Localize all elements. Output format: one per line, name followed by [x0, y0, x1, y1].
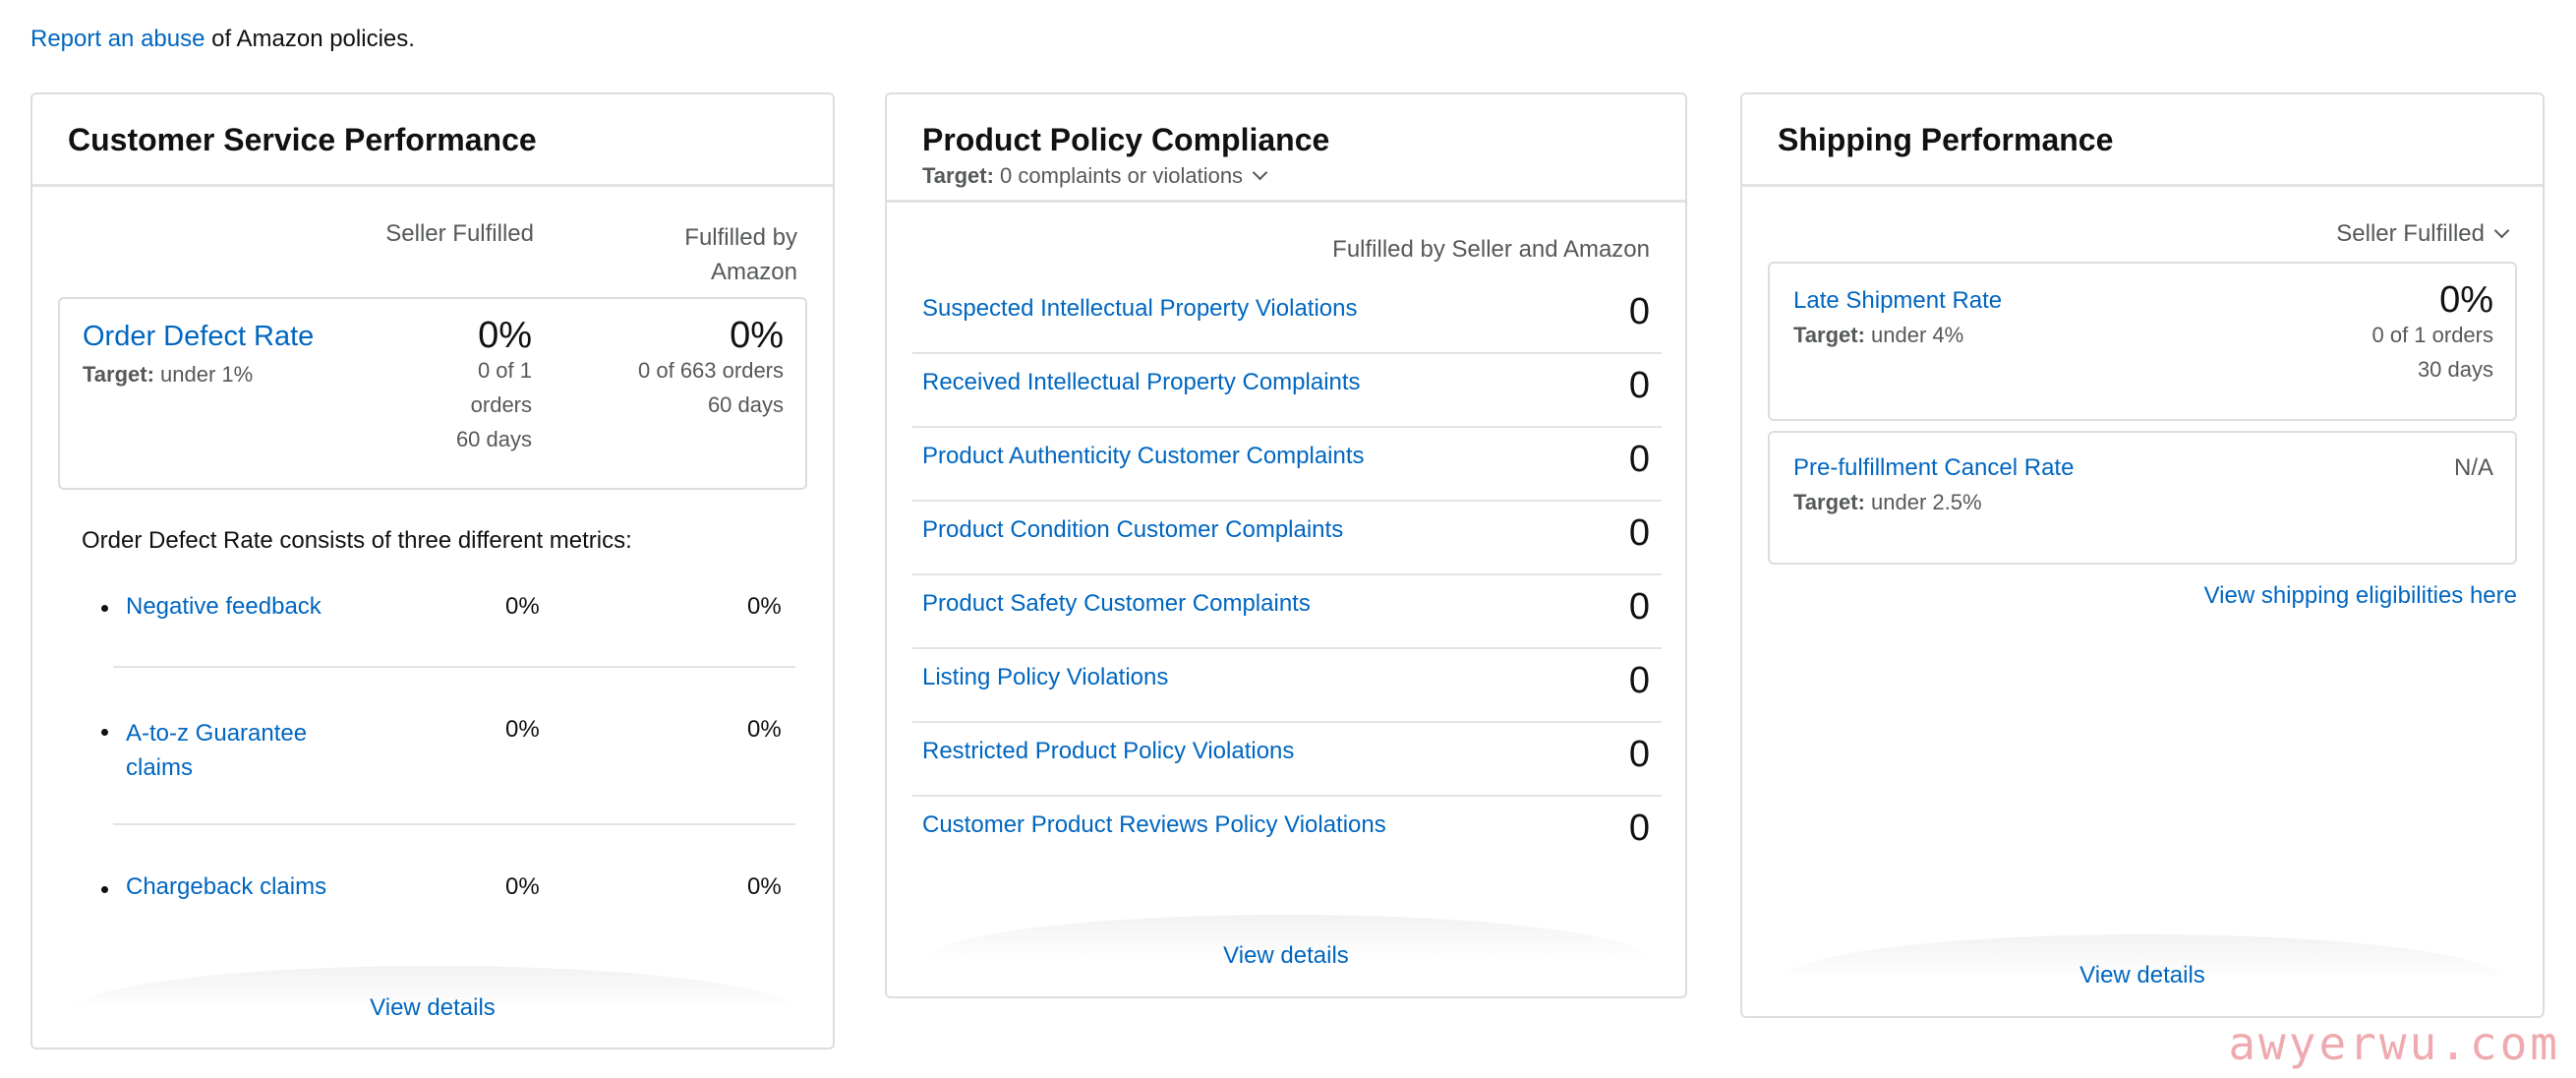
watermark: awyerwu.com	[2228, 1017, 2560, 1070]
chargeback-claims-fba: 0%	[747, 873, 782, 900]
cancel-rate-target-label: Target:	[1793, 490, 1865, 514]
product-policy-card: Product Policy Compliance Target: 0 comp…	[885, 92, 1687, 998]
product-policy-target-value: 0 complaints or violations	[993, 163, 1244, 188]
policy-row-divider	[912, 426, 1662, 428]
col-header-fba-line1: Fulfilled by	[684, 224, 797, 251]
chevron-down-icon	[2493, 222, 2510, 239]
odr-seller-days: 60 days	[455, 427, 532, 451]
odr-seller-pct: 0%	[478, 315, 532, 356]
late-shipment-target-label: Target:	[1793, 323, 1865, 347]
bullet-dot	[101, 605, 108, 612]
negative-feedback-link[interactable]: Negative feedback	[126, 593, 322, 621]
policy-row-divider	[912, 352, 1662, 354]
top-note: Report an abuse of Amazon policies.	[30, 26, 415, 53]
shipping-view-details-link[interactable]: View details	[1742, 962, 2543, 989]
report-abuse-link[interactable]: Report an abuse	[30, 26, 205, 52]
policy-row-divider	[912, 573, 1662, 575]
bullet-dot	[101, 729, 108, 736]
customer-service-header: Customer Service Performance	[32, 94, 833, 187]
product-policy-target-label: Target:	[922, 163, 994, 188]
top-note-text: of Amazon policies.	[205, 26, 415, 52]
customer-service-view-details-link[interactable]: View details	[32, 994, 833, 1022]
policy-row-divider	[912, 647, 1662, 649]
chargeback-claims-seller: 0%	[505, 873, 540, 900]
product-policy-column-header: Fulfilled by Seller and Amazon	[1332, 236, 1650, 263]
col-header-fba: Fulfilled by Amazon	[684, 220, 797, 289]
a-to-z-claims-line2: claims	[126, 754, 194, 781]
odr-fba-orders: 0 of 663 orders	[638, 358, 784, 383]
a-to-z-claims-seller: 0%	[505, 716, 540, 743]
late-shipment-days: 30 days	[2417, 357, 2493, 382]
pre-fulfillment-cancel-rate-link[interactable]: Pre-fulfillment Cancel Rate	[1793, 454, 2074, 482]
policy-row-divider	[912, 795, 1662, 797]
product-policy-header: Product Policy Compliance Target: 0 comp…	[887, 94, 1685, 203]
a-to-z-claims-fba: 0%	[747, 716, 782, 743]
a-to-z-claims-line1: A-to-z Guarantee	[126, 720, 308, 747]
policy-row-restricted-link[interactable]: Restricted Product Policy Violations	[922, 738, 1294, 765]
policy-row-authenticity-value: 0	[1628, 439, 1650, 480]
policy-row-ip-complaints-value: 0	[1628, 365, 1650, 406]
odr-fba-pct: 0%	[730, 315, 784, 356]
cancel-rate-box: Pre-fulfillment Cancel Rate Target: unde…	[1768, 431, 2517, 565]
shipping-selector-label: Seller Fulfilled	[2336, 220, 2485, 247]
policy-row-ip-complaints-link[interactable]: Received Intellectual Property Complaint…	[922, 369, 1361, 396]
late-shipment-rate-link[interactable]: Late Shipment Rate	[1793, 287, 2002, 315]
odr-fba-days: 60 days	[707, 392, 784, 417]
policy-row-safety-link[interactable]: Product Safety Customer Complaints	[922, 590, 1311, 618]
shipping-eligibilities-link[interactable]: View shipping eligibilities here	[2204, 582, 2517, 610]
policy-row-divider	[912, 500, 1662, 502]
cancel-rate-target: Target: under 2.5%	[1793, 490, 1982, 515]
odr-seller-column: 0% 0 of 1 orders 60 days	[455, 315, 532, 456]
policy-row-listing-value: 0	[1628, 660, 1650, 701]
late-shipment-box: Late Shipment Rate Target: under 4% 0% 0…	[1768, 262, 2517, 421]
policy-row-condition-value: 0	[1628, 512, 1650, 554]
late-shipment-pct: 0%	[2439, 279, 2493, 321]
negative-feedback-fba: 0%	[747, 593, 782, 620]
product-policy-title: Product Policy Compliance	[922, 122, 1330, 157]
late-shipment-orders: 0 of 1 orders	[2371, 323, 2493, 347]
policy-row-reviews-value: 0	[1628, 808, 1650, 849]
shipping-title: Shipping Performance	[1778, 122, 2114, 157]
shipping-performance-card: Shipping Performance Seller Fulfilled La…	[1740, 92, 2545, 1018]
policy-row-listing-link[interactable]: Listing Policy Violations	[922, 664, 1168, 691]
odr-fba-column: 0% 0 of 663 orders 60 days	[638, 315, 784, 422]
policy-row-authenticity-link[interactable]: Product Authenticity Customer Complaints	[922, 443, 1365, 470]
policy-row-restricted-value: 0	[1628, 734, 1650, 775]
policy-row-reviews-link[interactable]: Customer Product Reviews Policy Violatio…	[922, 811, 1386, 839]
late-shipment-target-value: under 4%	[1864, 323, 1964, 347]
policy-row-ip-violations-link[interactable]: Suspected Intellectual Property Violatio…	[922, 295, 1358, 323]
late-shipment-values: 0% 0 of 1 orders 30 days	[2371, 279, 2493, 387]
odr-seller-line1: 0 of 1	[477, 358, 532, 383]
col-header-seller-fulfilled: Seller Fulfilled	[385, 220, 534, 247]
col-header-fba-line2: Amazon	[710, 259, 797, 285]
customer-service-card: Customer Service Performance Seller Fulf…	[30, 92, 835, 1049]
odr-target-value: under 1%	[153, 362, 254, 387]
cancel-rate-value: N/A	[2453, 454, 2493, 481]
shipping-fulfillment-selector[interactable]: Seller Fulfilled	[2336, 220, 2510, 248]
order-defect-rate-box: Order Defect Rate Target: under 1% 0% 0 …	[58, 297, 807, 490]
a-to-z-claims-link[interactable]: A-to-z Guarantee claims	[126, 716, 307, 785]
order-defect-rate-link[interactable]: Order Defect Rate	[83, 321, 314, 353]
policy-row-divider	[912, 721, 1662, 723]
odr-target-label: Target:	[83, 362, 154, 387]
chargeback-claims-link[interactable]: Chargeback claims	[126, 873, 326, 901]
order-defect-rate-target: Target: under 1%	[83, 362, 253, 388]
customer-service-title: Customer Service Performance	[68, 122, 537, 157]
product-policy-view-details-link[interactable]: View details	[887, 942, 1685, 970]
odr-consists-text: Order Defect Rate consists of three diff…	[82, 527, 632, 554]
chevron-down-icon	[1252, 164, 1268, 181]
negative-feedback-seller: 0%	[505, 593, 540, 620]
cancel-rate-target-value: under 2.5%	[1864, 490, 1982, 514]
product-policy-target-dropdown[interactable]: Target: 0 complaints or violations	[922, 163, 1268, 189]
metric-divider	[113, 823, 795, 825]
metric-divider	[113, 666, 795, 668]
policy-row-safety-value: 0	[1628, 586, 1650, 628]
bullet-dot	[101, 886, 108, 893]
shipping-header: Shipping Performance	[1742, 94, 2543, 187]
policy-row-condition-link[interactable]: Product Condition Customer Complaints	[922, 516, 1343, 544]
late-shipment-target: Target: under 4%	[1793, 323, 1963, 348]
odr-seller-line2: orders	[470, 392, 532, 417]
policy-row-ip-violations-value: 0	[1628, 291, 1650, 332]
